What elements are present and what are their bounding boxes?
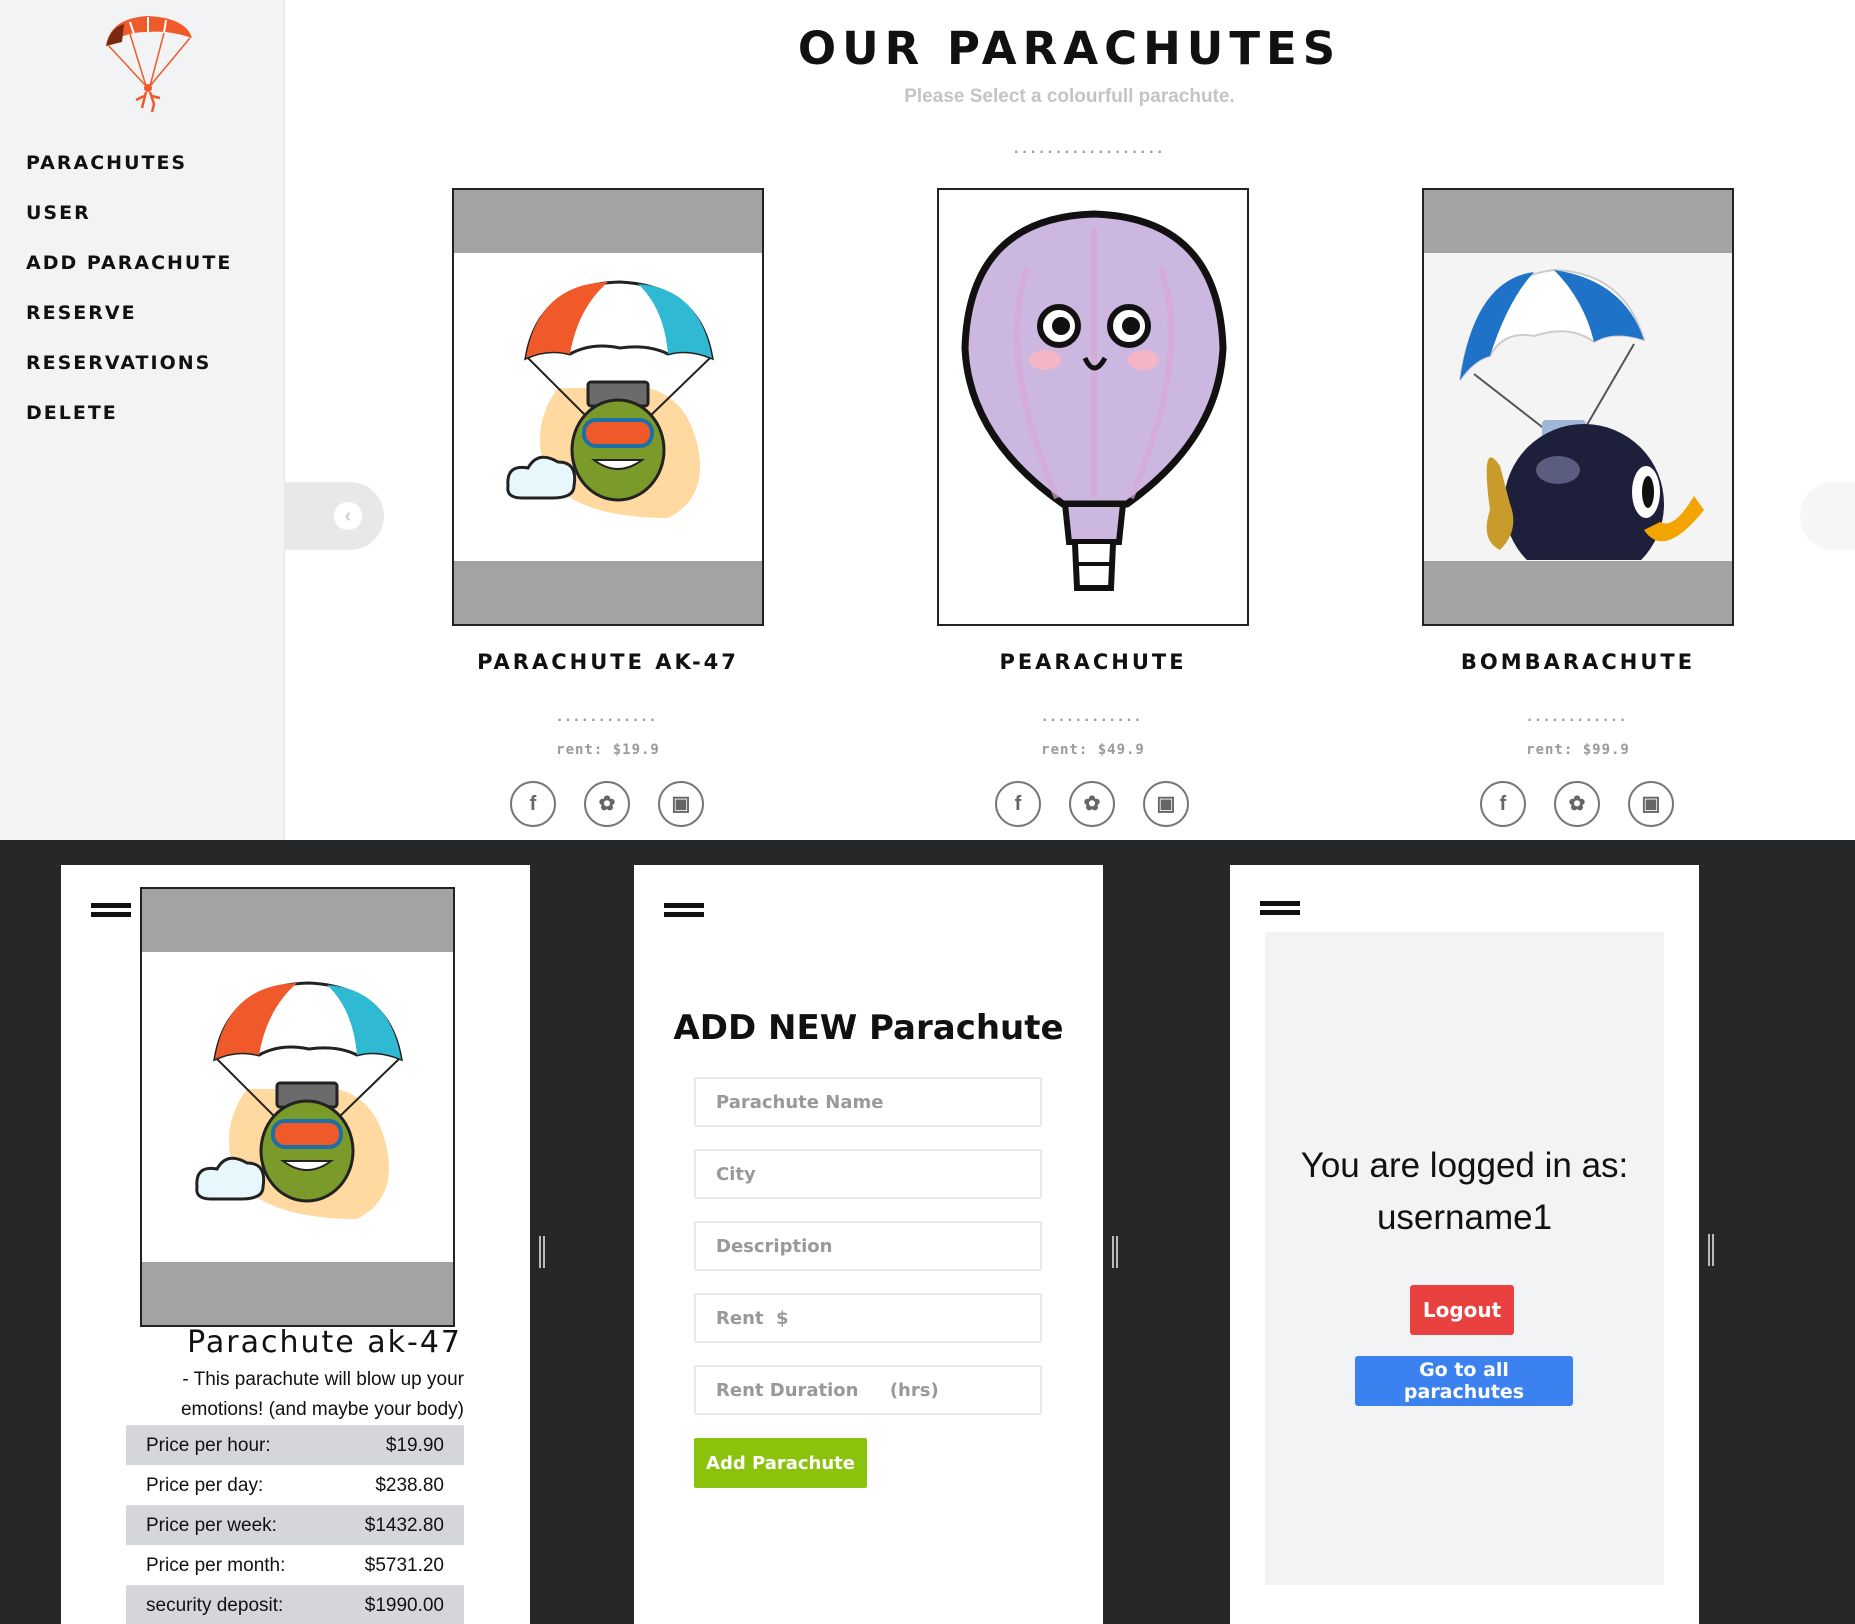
image-band-bottom [454,561,762,624]
price-value: $5731.20 [364,1555,444,1576]
card-image-frame[interactable] [452,188,764,626]
sidebar-item-reservations[interactable]: RESERVATIONS [26,352,232,402]
add-parachute-panel: ADD NEW Parachute Add Parachute [634,865,1103,1624]
parachute-card[interactable]: PARACHUTE AK-47 ............ rent: $19.9… [452,188,764,827]
title-dots-divider: .................. [1013,140,1166,157]
hamburger-menu-icon[interactable] [91,903,131,917]
grenade-parachute-image [506,280,714,518]
camera-icon[interactable]: ▣ [1143,781,1189,827]
detail-panel: Parachute ak-47 - This parachute will bl… [61,865,530,1624]
price-label: Price per hour: [146,1435,271,1456]
hamburger-menu-icon[interactable] [1260,901,1300,915]
image-band-top [454,190,762,253]
camera-icon[interactable]: ▣ [658,781,704,827]
carousel-next-button[interactable] [1800,482,1855,550]
add-parachute-button[interactable]: Add Parachute [694,1438,867,1488]
logged-in-label: You are logged in as: [1300,1146,1629,1185]
price-label: Price per day: [146,1475,264,1496]
card-name: BOMBARACHUTE [1460,650,1696,674]
image-band-top [1424,190,1732,253]
parachute-card[interactable]: PEARACHUTE ............ rent: $49.9 f ✿ … [937,188,1249,827]
price-value: $1990.00 [364,1595,444,1616]
twitter-icon[interactable]: ✿ [584,781,630,827]
card-image-frame[interactable] [1422,188,1734,626]
login-status: You are logged in as: username1 [1265,1140,1664,1244]
carousel-prev-button[interactable]: ‹ [284,482,384,550]
table-row: Price per hour: $19.90 [126,1425,464,1465]
card-name: PARACHUTE AK-47 [477,650,739,674]
price-table: Price per hour: $19.90 Price per day: $2… [126,1425,464,1624]
sidebar: PARACHUTES USER ADD PARACHUTE RESERVE RE… [0,0,285,840]
image-band-top [142,889,453,952]
chevron-left-icon: ‹ [334,502,362,530]
facebook-icon[interactable]: f [1480,781,1526,827]
sidebar-item-reserve[interactable]: RESERVE [26,302,232,352]
sidebar-item-parachutes[interactable]: PARACHUTES [26,152,232,202]
resize-handle[interactable] [539,1236,545,1268]
facebook-icon[interactable]: f [510,781,556,827]
card-rent: rent: $49.9 [1041,742,1145,758]
table-row: Price per day: $238.80 [126,1465,464,1505]
go-to-all-parachutes-button[interactable]: Go to all parachutes [1355,1356,1573,1406]
table-row: Price per week: $1432.80 [126,1505,464,1545]
table-row: Price per month: $5731.20 [126,1545,464,1585]
sidebar-item-add-parachute[interactable]: ADD PARACHUTE [26,252,232,302]
card-rent: rent: $99.9 [1526,742,1630,758]
parachute-card[interactable]: BOMBARACHUTE ............ rent: $99.9 f … [1422,188,1734,827]
social-links: f ✿ ▣ [995,781,1195,827]
desktop-view: PARACHUTES USER ADD PARACHUTE RESERVE RE… [0,0,1855,840]
table-row: security deposit: $1990.00 [126,1585,464,1624]
description-field[interactable] [694,1221,1042,1271]
sidebar-item-user[interactable]: USER [26,202,232,252]
account-box: You are logged in as: username1 Logout G… [1265,932,1664,1585]
account-panel: You are logged in as: username1 Logout G… [1230,865,1699,1624]
logout-button[interactable]: Logout [1410,1285,1514,1335]
bomb-parachute-image [1459,268,1704,560]
camera-icon[interactable]: ▣ [1628,781,1674,827]
sidebar-item-delete[interactable]: DELETE [26,402,232,452]
parachute-logo-icon[interactable] [100,12,196,116]
grenade-parachute-image [195,981,403,1219]
image-band-bottom [1424,561,1732,624]
sidebar-nav: PARACHUTES USER ADD PARACHUTE RESERVE RE… [26,152,232,452]
detail-image-frame [140,887,455,1327]
social-links: f ✿ ▣ [1480,781,1680,827]
resize-handle[interactable] [1112,1236,1118,1268]
price-value: $238.80 [375,1475,444,1496]
price-value: $19.90 [385,1435,444,1456]
rent-field[interactable] [694,1293,1042,1343]
parachute-name-field[interactable] [694,1077,1042,1127]
twitter-icon[interactable]: ✿ [1554,781,1600,827]
username-text: username1 [1376,1198,1553,1237]
price-label: Price per month: [146,1555,286,1576]
price-label: security deposit: [146,1595,284,1616]
city-field[interactable] [694,1149,1042,1199]
form-title: ADD NEW Parachute [673,1008,1064,1048]
hot-air-balloon-image [961,210,1227,591]
price-label: Price per week: [146,1515,277,1536]
resize-handle[interactable] [1708,1234,1714,1266]
rent-duration-field[interactable] [694,1365,1042,1415]
detail-description: - This parachute will blow up your emoti… [180,1369,464,1420]
card-dots-divider: ............ [557,708,659,725]
facebook-icon[interactable]: f [995,781,1041,827]
twitter-icon[interactable]: ✿ [1069,781,1115,827]
image-band-bottom [142,1262,453,1325]
page-subtitle: Please Select a colourfull parachute. [904,86,1235,107]
detail-title: Parachute ak-47 [187,1325,462,1360]
card-rent: rent: $19.9 [556,742,660,758]
page-title: OUR PARACHUTES [797,22,1342,75]
card-dots-divider: ............ [1042,708,1144,725]
card-dots-divider: ............ [1527,708,1629,725]
card-image-frame[interactable] [937,188,1249,626]
price-value: $1432.80 [364,1515,444,1536]
card-name: PEARACHUTE [999,650,1187,674]
hamburger-menu-icon[interactable] [664,903,704,917]
social-links: f ✿ ▣ [510,781,710,827]
